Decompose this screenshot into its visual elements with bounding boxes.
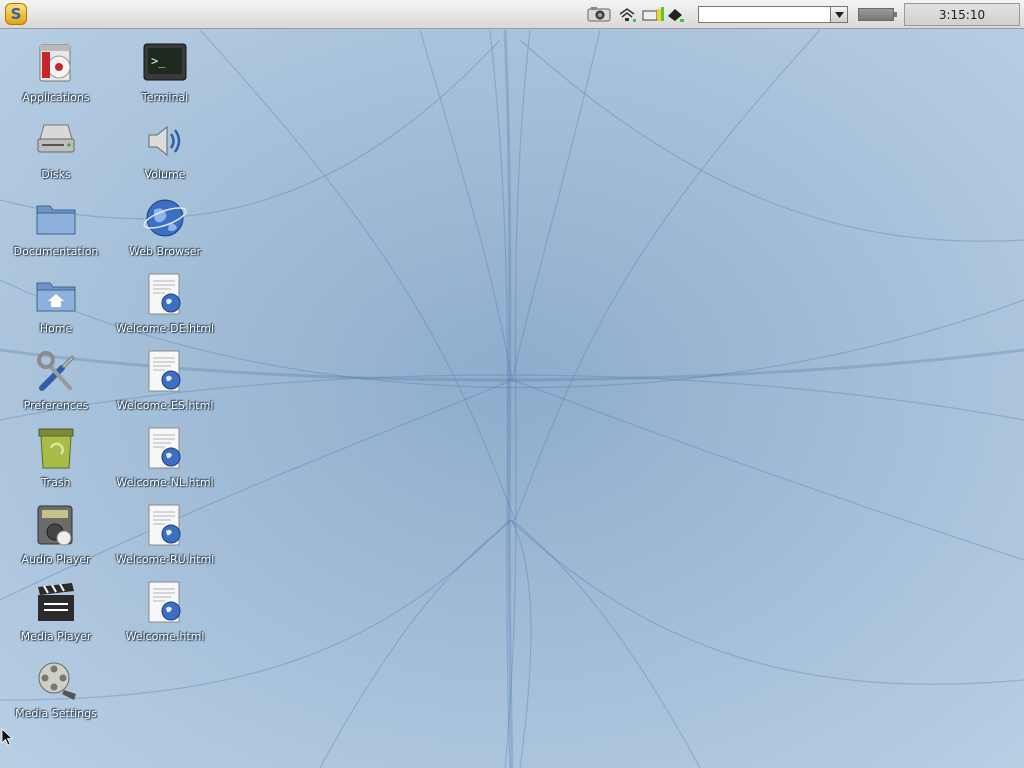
applications-icon [39,44,71,82]
desktop-icon-home[interactable]: Home [6,271,106,345]
icon-label: Home [39,322,73,335]
icon-label: Applications [22,91,90,104]
desktop-icon-welcome-es[interactable]: Welcome-ES.html [115,348,215,422]
icon-label: Web Browser [128,245,202,258]
html-document-icon [148,504,181,546]
icon-label: Disks [41,168,71,181]
icon-label: Terminal [141,91,189,104]
icon-label: Welcome.html [125,630,205,643]
clapperboard-icon [38,583,74,621]
icon-label: Audio Player [21,553,91,566]
desktop-icon-preferences[interactable]: Preferences [6,348,106,422]
html-document-icon [148,350,181,392]
icon-label: Volume [144,168,186,181]
network-wireless-icon[interactable] [618,6,636,22]
chevron-down-icon [834,11,844,18]
terminal-icon: >_ [143,43,187,81]
desktop-icon-welcome-ru[interactable]: Welcome-RU.html [115,502,215,576]
icon-label: Welcome-DE.html [115,322,215,335]
search-input[interactable] [698,6,848,23]
mouse-pointer-icon [1,728,13,746]
desktop-icon-media-settings[interactable]: Media Settings [6,656,106,730]
globe-icon [143,199,187,237]
mount-drive-icon[interactable] [666,6,684,22]
desktop-icon-audio-player[interactable]: Audio Player [6,502,106,576]
desktop-icon-terminal[interactable]: >_ Terminal [115,40,215,114]
desktop-icon-media-player[interactable]: Media Player [6,579,106,653]
html-document-icon [148,581,181,623]
desktop-icon-web-browser[interactable]: Web Browser [115,194,215,268]
desktop-icon-welcome-de[interactable]: Welcome-DE.html [115,271,215,345]
clock-time: 3:15:10 [938,7,986,22]
desktop-icon-applications[interactable]: Applications [6,40,106,114]
tools-icon [37,351,75,391]
html-document-icon [148,273,181,315]
speaker-icon [148,125,181,157]
film-reel-icon [38,662,76,700]
trash-icon [38,428,74,469]
search-dropdown-button[interactable] [830,7,847,22]
icon-label: Media Settings [15,707,97,720]
home-folder-icon [36,282,76,312]
screenshot-camera-icon[interactable] [587,6,611,22]
disk-icon [37,124,75,153]
html-document-icon [148,427,181,469]
icon-label: Welcome-ES.html [116,399,214,412]
desktop-icon-disks[interactable]: Disks [6,117,106,191]
desktop-icon-documentation[interactable]: Documentation [6,194,106,268]
icon-label: Trash [41,476,71,489]
desktop-icon-trash[interactable]: Trash [6,425,106,499]
icon-label: Documentation [13,245,99,258]
main-menu-button[interactable]: S [5,3,27,25]
network-wired-icon[interactable] [642,6,664,22]
icon-label: Preferences [23,399,89,412]
folder-icon [36,205,76,235]
menu-logo-letter: S [10,5,22,23]
battery-icon[interactable] [858,8,897,21]
desktop-icon-welcome[interactable]: Welcome.html [115,579,215,653]
panel-clock[interactable]: 3:15:10 [904,3,1020,26]
top-panel: S 3:15:10 [0,0,1024,29]
desktop-icon-volume[interactable]: Volume [115,117,215,191]
icon-label: Media Player [20,630,92,643]
icon-label: Welcome-RU.html [115,553,215,566]
audio-player-icon [37,505,73,546]
icon-label: Welcome-NL.html [116,476,214,489]
desktop-icon-welcome-nl[interactable]: Welcome-NL.html [115,425,215,499]
svg-text:>_: >_ [151,54,166,68]
